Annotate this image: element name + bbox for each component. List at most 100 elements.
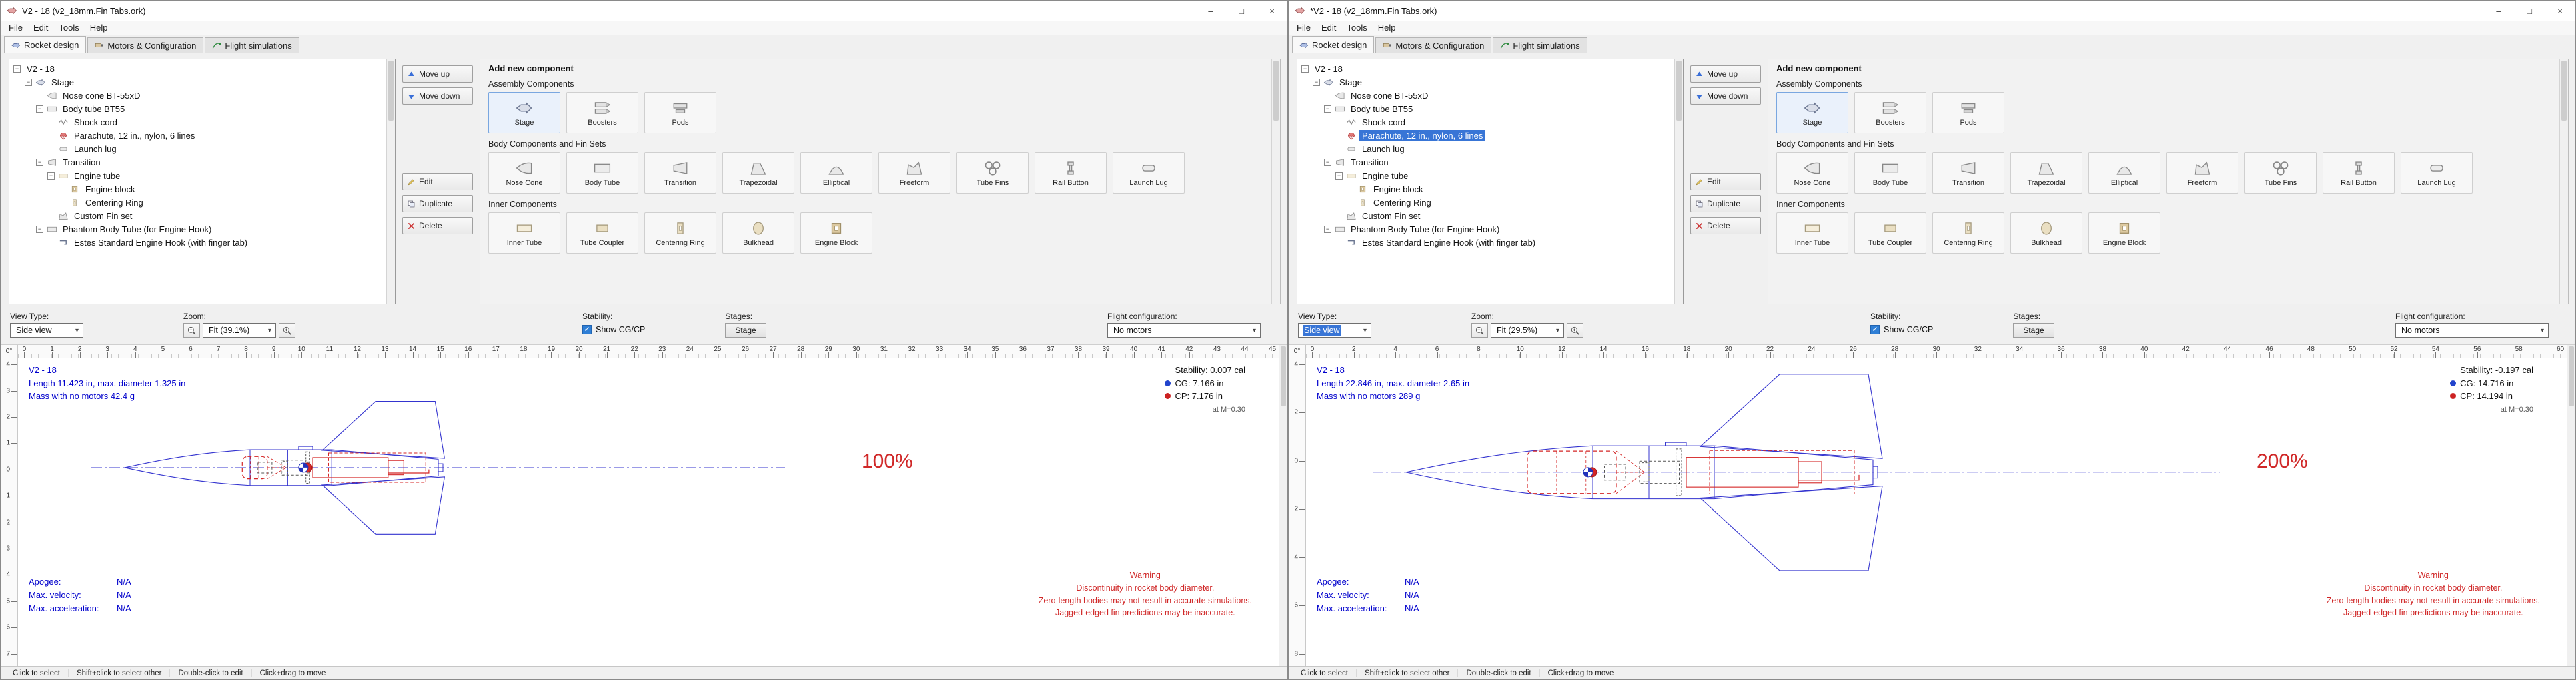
figure-scrollbar[interactable] <box>2567 345 2575 666</box>
palette-tube-fins-button[interactable]: Tube Fins <box>2244 152 2317 194</box>
palette-transition-button[interactable]: Transition <box>1932 152 2004 194</box>
tree-item[interactable]: Centering Ring <box>1299 196 1673 209</box>
scrollbar-thumb[interactable] <box>1676 61 1682 121</box>
palette-inner-tube-button[interactable]: Inner Tube <box>488 212 560 254</box>
palette-rail-button-button[interactable]: Rail Button <box>1035 152 1107 194</box>
edit-button[interactable]: Edit <box>402 173 473 190</box>
collapse-icon[interactable]: − <box>36 226 43 233</box>
tab-rocket-design[interactable]: Rocket design <box>1292 36 1374 53</box>
tree-item[interactable]: −Phantom Body Tube (for Engine Hook) <box>1299 222 1673 236</box>
palette-rail-button-button[interactable]: Rail Button <box>2323 152 2395 194</box>
figure-scrollbar[interactable] <box>1279 345 1287 666</box>
collapse-icon[interactable]: − <box>1324 105 1331 113</box>
tree-scrollbar[interactable] <box>1674 59 1683 304</box>
duplicate-button[interactable]: Duplicate <box>402 195 473 212</box>
palette-trapezoidal-button[interactable]: Trapezoidal <box>2010 152 2082 194</box>
palette-scrollbar[interactable] <box>2559 59 2568 304</box>
palette-engine-block-button[interactable]: Engine Block <box>2088 212 2160 254</box>
menu-tools[interactable]: Tools <box>53 21 84 34</box>
tab-flight-simulations[interactable]: Flight simulations <box>1493 37 1587 53</box>
collapse-icon[interactable]: − <box>1335 172 1343 180</box>
tree-item[interactable]: Custom Fin set <box>11 209 385 222</box>
scrollbar-thumb[interactable] <box>2561 61 2567 121</box>
view-type-select[interactable]: Side view <box>10 323 83 338</box>
menu-help[interactable]: Help <box>1373 21 1401 34</box>
stage-toggle-button[interactable]: Stage <box>725 323 766 338</box>
menu-file[interactable]: File <box>3 21 28 34</box>
palette-trapezoidal-button[interactable]: Trapezoidal <box>722 152 794 194</box>
collapse-icon[interactable]: − <box>1324 226 1331 233</box>
palette-boosters-button[interactable]: Boosters <box>1854 92 1926 133</box>
stage-toggle-button[interactable]: Stage <box>2013 323 2054 338</box>
tree-item[interactable]: Estes Standard Engine Hook (with finger … <box>11 236 385 249</box>
tree-item[interactable]: Centering Ring <box>11 196 385 209</box>
tree-item[interactable]: −Transition <box>1299 155 1673 169</box>
flight-config-select[interactable]: No motors <box>2395 323 2549 338</box>
tree-item[interactable]: −Body tube BT55 <box>1299 102 1673 115</box>
palette-body-tube-button[interactable]: Body Tube <box>1854 152 1926 194</box>
menu-file[interactable]: File <box>1291 21 1316 34</box>
palette-launch-lug-button[interactable]: Launch Lug <box>1113 152 1185 194</box>
show-cgcp-checkbox[interactable]: Show CG/CP <box>582 325 645 334</box>
tab-motors-configuration[interactable]: Motors & Configuration <box>87 37 203 53</box>
tab-rocket-design[interactable]: Rocket design <box>4 36 86 53</box>
palette-stage-button[interactable]: Stage <box>488 92 560 133</box>
palette-centering-ring-button[interactable]: Centering Ring <box>644 212 716 254</box>
palette-tube-coupler-button[interactable]: Tube Coupler <box>566 212 638 254</box>
zoom-out-button[interactable] <box>1471 323 1488 338</box>
palette-bulkhead-button[interactable]: Bulkhead <box>722 212 794 254</box>
edit-button[interactable]: Edit <box>1690 173 1761 190</box>
tree-item[interactable]: −Transition <box>11 155 385 169</box>
scrollbar-thumb[interactable] <box>1281 346 1286 406</box>
palette-pods-button[interactable]: Pods <box>644 92 716 133</box>
collapse-icon[interactable]: − <box>36 159 43 166</box>
collapse-icon[interactable]: − <box>36 105 43 113</box>
palette-freeform-button[interactable]: Freeform <box>2166 152 2238 194</box>
tree-item[interactable]: Parachute, 12 in., nylon, 6 lines <box>11 129 385 142</box>
palette-nose-cone-button[interactable]: Nose Cone <box>488 152 560 194</box>
maximize-button[interactable]: □ <box>1226 1 1257 21</box>
tab-motors-configuration[interactable]: Motors & Configuration <box>1375 37 1491 53</box>
collapse-icon[interactable]: − <box>25 79 32 86</box>
palette-bulkhead-button[interactable]: Bulkhead <box>2010 212 2082 254</box>
tree-item[interactable]: −Engine tube <box>1299 169 1673 182</box>
tree-scrollbar[interactable] <box>386 59 395 304</box>
menu-tools[interactable]: Tools <box>1341 21 1372 34</box>
palette-launch-lug-button[interactable]: Launch Lug <box>2401 152 2473 194</box>
close-button[interactable]: × <box>2545 1 2575 21</box>
zoom-out-button[interactable] <box>183 323 200 338</box>
minimize-button[interactable]: – <box>2483 1 2514 21</box>
menu-edit[interactable]: Edit <box>28 21 53 34</box>
scrollbar-thumb[interactable] <box>1273 61 1279 121</box>
palette-pods-button[interactable]: Pods <box>1932 92 2004 133</box>
tree-item[interactable]: −Body tube BT55 <box>11 102 385 115</box>
tree-item[interactable]: Shock cord <box>11 115 385 129</box>
tree-item[interactable]: −Engine tube <box>11 169 385 182</box>
move-up-button[interactable]: Move up <box>1690 65 1761 83</box>
tree-item[interactable]: Engine block <box>1299 182 1673 196</box>
collapse-icon[interactable]: − <box>1313 79 1320 86</box>
tab-flight-simulations[interactable]: Flight simulations <box>205 37 299 53</box>
tree-item[interactable]: Engine block <box>11 182 385 196</box>
tree-root-item[interactable]: −V2 - 18 <box>11 62 385 75</box>
zoom-in-button[interactable] <box>279 323 295 338</box>
minimize-button[interactable]: – <box>1195 1 1226 21</box>
palette-tube-fins-button[interactable]: Tube Fins <box>956 152 1029 194</box>
collapse-icon[interactable]: − <box>1301 65 1309 73</box>
tree-item[interactable]: Launch lug <box>11 142 385 155</box>
collapse-icon[interactable]: − <box>13 65 21 73</box>
tree-item[interactable]: −Phantom Body Tube (for Engine Hook) <box>11 222 385 236</box>
tree-item[interactable]: Nose cone BT-55xD <box>1299 89 1673 102</box>
move-down-button[interactable]: Move down <box>1690 87 1761 105</box>
zoom-in-button[interactable] <box>1567 323 1583 338</box>
collapse-icon[interactable]: − <box>1324 159 1331 166</box>
palette-nose-cone-button[interactable]: Nose Cone <box>1776 152 1848 194</box>
rocket-canvas[interactable]: V2 - 18 Length 22.846 in, max. diameter … <box>1306 358 2567 666</box>
tree-item[interactable]: −Stage <box>11 75 385 89</box>
delete-button[interactable]: Delete <box>1690 217 1761 234</box>
flight-config-select[interactable]: No motors <box>1107 323 1261 338</box>
collapse-icon[interactable]: − <box>47 172 55 180</box>
menu-help[interactable]: Help <box>85 21 113 34</box>
palette-body-tube-button[interactable]: Body Tube <box>566 152 638 194</box>
zoom-select[interactable]: Fit (29.5%) <box>1491 323 1564 338</box>
